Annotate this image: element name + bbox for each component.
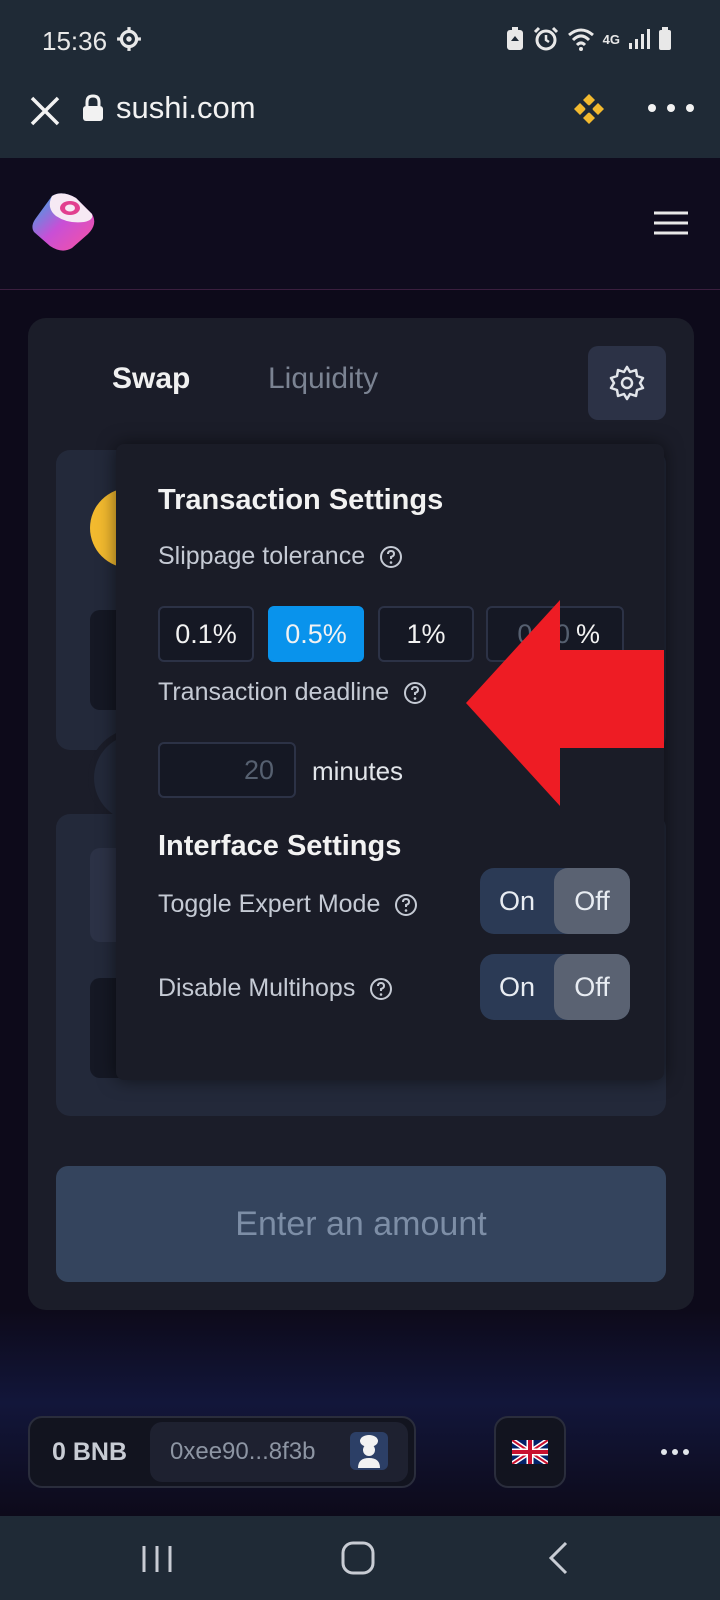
binance-wallet-icon[interactable] [572, 92, 606, 126]
settings-gear-icon [117, 27, 141, 51]
slippage-option-1[interactable]: 1% [378, 606, 474, 662]
expert-mode-label: Toggle Expert Mode [158, 890, 381, 918]
sushi-logo-icon[interactable] [28, 188, 98, 254]
expert-mode-off[interactable]: Off [554, 868, 630, 934]
expert-mode-label-row: Toggle Expert Mode [158, 890, 418, 919]
site-header [0, 158, 720, 290]
signal-icon [629, 29, 650, 49]
alarm-icon [533, 26, 558, 51]
chef-avatar-icon [350, 1432, 388, 1470]
gear-icon [609, 365, 645, 401]
multihops-off[interactable]: Off [554, 954, 630, 1020]
hamburger-menu-icon[interactable] [652, 210, 690, 236]
enter-amount-button[interactable]: Enter an amount [56, 1166, 666, 1282]
wallet-address-button[interactable]: 0xee90...8f3b [150, 1422, 408, 1482]
wallet-pill[interactable]: 0 BNB 0xee90...8f3b [28, 1416, 416, 1488]
site-footer: 0 BNB 0xee90...8f3b [0, 1310, 720, 1516]
android-nav-bar [0, 1516, 720, 1600]
deadline-label: Transaction deadline [158, 678, 390, 706]
deadline-input[interactable]: 20 [158, 742, 296, 798]
status-bar: 15:36 4G [0, 0, 720, 80]
multihops-label-row: Disable Multihops [158, 974, 393, 1003]
bnb-balance: 0 BNB [52, 1438, 128, 1466]
url-text[interactable]: sushi.com [116, 90, 256, 126]
back-icon[interactable] [546, 1540, 570, 1576]
slippage-label: Slippage tolerance [158, 542, 366, 570]
multihops-label: Disable Multihops [158, 974, 356, 1002]
network-type: 4G [602, 31, 620, 47]
wallet-address: 0xee90...8f3b [170, 1438, 316, 1465]
deadline-label-row: Transaction deadline [158, 678, 427, 707]
language-button[interactable] [494, 1416, 566, 1488]
battery-saver-icon [506, 27, 523, 50]
expert-mode-toggle[interactable]: On Off [480, 868, 630, 934]
tab-swap[interactable]: Swap [112, 362, 190, 396]
status-time: 15:36 [42, 26, 108, 56]
browser-toolbar: sushi.com [0, 80, 720, 158]
status-icons: 4G [505, 26, 672, 52]
wifi-icon [567, 28, 594, 51]
multihops-on[interactable]: On [480, 954, 554, 1020]
battery-icon [659, 27, 671, 50]
lock-icon [83, 94, 103, 121]
settings-button[interactable] [588, 346, 666, 420]
interface-settings-title: Interface Settings [158, 830, 402, 862]
slippage-help-icon[interactable] [379, 545, 403, 569]
deadline-unit: minutes [312, 756, 404, 786]
home-icon[interactable] [340, 1540, 376, 1576]
deadline-help-icon[interactable] [403, 681, 427, 705]
browser-more-icon[interactable] [646, 98, 696, 118]
transaction-settings-title: Transaction Settings [158, 484, 444, 516]
slippage-option-0-1[interactable]: 0.1% [158, 606, 254, 662]
expert-mode-on[interactable]: On [480, 868, 554, 934]
multihops-help-icon[interactable] [369, 977, 393, 1001]
red-annotation-arrow-icon [466, 600, 664, 806]
footer-more-icon[interactable] [660, 1446, 690, 1458]
slippage-option-0-5[interactable]: 0.5% [268, 606, 364, 662]
recent-apps-icon[interactable] [140, 1542, 174, 1576]
slippage-label-row: Slippage tolerance [158, 542, 403, 571]
multihops-toggle[interactable]: On Off [480, 954, 630, 1020]
close-tab-icon[interactable] [28, 94, 62, 128]
tab-liquidity[interactable]: Liquidity [268, 362, 378, 396]
expert-mode-help-icon[interactable] [394, 893, 418, 917]
uk-flag-icon [512, 1440, 548, 1464]
